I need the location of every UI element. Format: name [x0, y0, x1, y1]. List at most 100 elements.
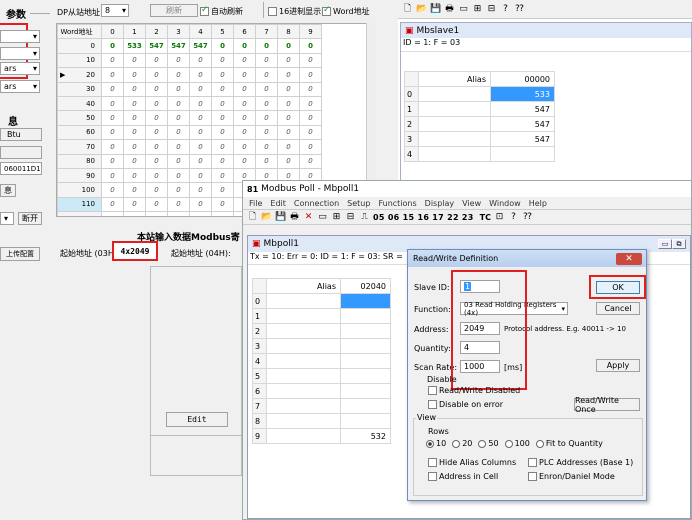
grid-cell[interactable]: 0: [299, 110, 322, 126]
grid-cell[interactable]: 0: [101, 110, 124, 126]
grid-cell[interactable]: 0: [189, 52, 212, 69]
alias-cell[interactable]: [266, 293, 341, 309]
grid-cell[interactable]: 0: [189, 95, 212, 112]
plc-addresses-checkbox[interactable]: PLC Addresses (Base 1): [528, 458, 633, 467]
layout-icon[interactable]: ⊞: [472, 4, 483, 15]
grid-cell[interactable]: 0: [277, 67, 300, 83]
combo-4[interactable]: ars ▾: [0, 80, 40, 93]
grid-cell[interactable]: 0: [123, 95, 146, 112]
grid-cell[interactable]: 0: [233, 124, 256, 141]
grid-cell[interactable]: 0: [167, 110, 190, 126]
grid-cell[interactable]: 547: [167, 38, 190, 54]
grid-cell[interactable]: 0: [189, 196, 212, 213]
enron-mode-checkbox[interactable]: Enron/Daniel Mode: [528, 472, 615, 481]
grid-cell[interactable]: 0: [299, 67, 322, 83]
rows-radio-option[interactable]: 50: [478, 439, 499, 448]
grid-cell[interactable]: 0: [167, 52, 190, 69]
layout-icon[interactable]: ⊞: [331, 212, 342, 223]
grid-cell[interactable]: 0: [101, 52, 124, 69]
grid-cell[interactable]: 0: [123, 52, 146, 69]
grid-cell[interactable]: 0: [211, 196, 234, 213]
grid-cell[interactable]: 0: [255, 38, 278, 54]
grid-cell[interactable]: 0: [211, 38, 234, 54]
delete-icon[interactable]: ✕: [303, 212, 314, 223]
grid-cell[interactable]: 0: [123, 211, 146, 216]
rows-radio-option[interactable]: 10: [426, 439, 446, 448]
grid-cell[interactable]: 0: [277, 38, 300, 54]
grid-cell[interactable]: 0: [167, 67, 190, 83]
grid-cell[interactable]: 0: [123, 67, 146, 83]
grid-cell[interactable]: 0: [123, 167, 146, 184]
grid-cell[interactable]: 0: [145, 110, 168, 126]
alias-cell[interactable]: [266, 323, 341, 339]
auto-refresh-checkbox[interactable]: 自动刷新: [200, 5, 243, 17]
grid-cell[interactable]: 0: [277, 153, 300, 169]
menu-item[interactable]: File: [249, 199, 262, 208]
menu-item[interactable]: Display: [425, 199, 455, 208]
rows-radio-option[interactable]: 100: [504, 439, 530, 448]
grid-cell[interactable]: 0: [255, 124, 278, 141]
value-cell[interactable]: [340, 338, 391, 354]
rows-radio-option[interactable]: Fit to Quantity: [535, 439, 603, 448]
grid-cell[interactable]: 0: [211, 182, 234, 198]
value-cell[interactable]: 547: [490, 116, 555, 132]
menu-item[interactable]: Connection: [294, 199, 339, 208]
value-cell[interactable]: [340, 383, 391, 399]
grid-cell[interactable]: 0: [101, 211, 124, 216]
grid-cell[interactable]: 0: [101, 139, 124, 155]
grid-cell[interactable]: 0: [145, 52, 168, 69]
grid-cell[interactable]: 0: [145, 211, 168, 216]
alias-cell[interactable]: [418, 116, 491, 132]
grid-cell[interactable]: 0: [167, 167, 190, 184]
value-cell[interactable]: [340, 368, 391, 384]
menu-item[interactable]: Edit: [270, 199, 286, 208]
value-cell[interactable]: [340, 308, 391, 324]
value-cell[interactable]: 532: [340, 428, 391, 444]
combo-2[interactable]: ▾: [0, 47, 40, 60]
grid-cell[interactable]: 0: [211, 95, 234, 112]
grid-cell[interactable]: 0: [123, 110, 146, 126]
grid-cell[interactable]: 0: [277, 124, 300, 141]
grid-cell[interactable]: 0: [211, 67, 234, 83]
pulse-icon[interactable]: ⎍: [359, 212, 370, 223]
grid-cell[interactable]: 0: [233, 52, 256, 69]
print-icon[interactable]: 🖶: [289, 212, 300, 223]
edit-button[interactable]: Edit: [166, 412, 228, 427]
cancel-button[interactable]: Cancel: [596, 302, 640, 315]
grid-cell[interactable]: 0: [233, 67, 256, 83]
alias-cell[interactable]: [418, 146, 491, 162]
grid-cell[interactable]: 0: [255, 52, 278, 69]
grid-cell[interactable]: 0: [299, 153, 322, 169]
alias-cell[interactable]: [266, 398, 341, 414]
grid-cell[interactable]: 0: [145, 153, 168, 169]
grid-cell[interactable]: 0: [145, 182, 168, 198]
grid-cell[interactable]: 0: [189, 211, 212, 216]
menu-item[interactable]: Setup: [347, 199, 370, 208]
grid-cell[interactable]: 0: [233, 110, 256, 126]
combo-3[interactable]: ars ▾: [0, 62, 40, 75]
menu-item[interactable]: Help: [529, 199, 547, 208]
save-icon[interactable]: 💾: [275, 212, 286, 223]
grid-cell[interactable]: 0: [299, 95, 322, 112]
grid-cell[interactable]: 0: [211, 81, 234, 97]
grid-cell[interactable]: 0: [233, 38, 256, 54]
grid-cell[interactable]: 0: [255, 95, 278, 112]
grid-cell[interactable]: 0: [123, 139, 146, 155]
grid-cell[interactable]: 0: [189, 67, 212, 83]
grid-cell[interactable]: 0: [101, 124, 124, 141]
info-button[interactable]: 息: [0, 184, 16, 197]
open-folder-icon[interactable]: 📂: [261, 212, 272, 223]
grid-cell[interactable]: 0: [101, 196, 124, 213]
minimize-button[interactable]: ▭: [658, 239, 672, 249]
grid-cell[interactable]: 0: [189, 153, 212, 169]
grid-cell[interactable]: 0: [167, 124, 190, 141]
upload-config-button[interactable]: 上传配置: [0, 247, 40, 261]
hex-display-checkbox[interactable]: 16进制显示: [268, 6, 321, 17]
rw-once-button[interactable]: Read/Write Once: [574, 396, 640, 414]
grid-cell[interactable]: 0: [299, 52, 322, 69]
value-cell[interactable]: 547: [490, 131, 555, 147]
address-in-cell-checkbox[interactable]: Address in Cell: [428, 472, 498, 481]
grid-cell[interactable]: 0: [189, 167, 212, 184]
restore-button[interactable]: ⧉: [672, 239, 686, 249]
station-select[interactable]: 8 ▾: [101, 4, 129, 17]
